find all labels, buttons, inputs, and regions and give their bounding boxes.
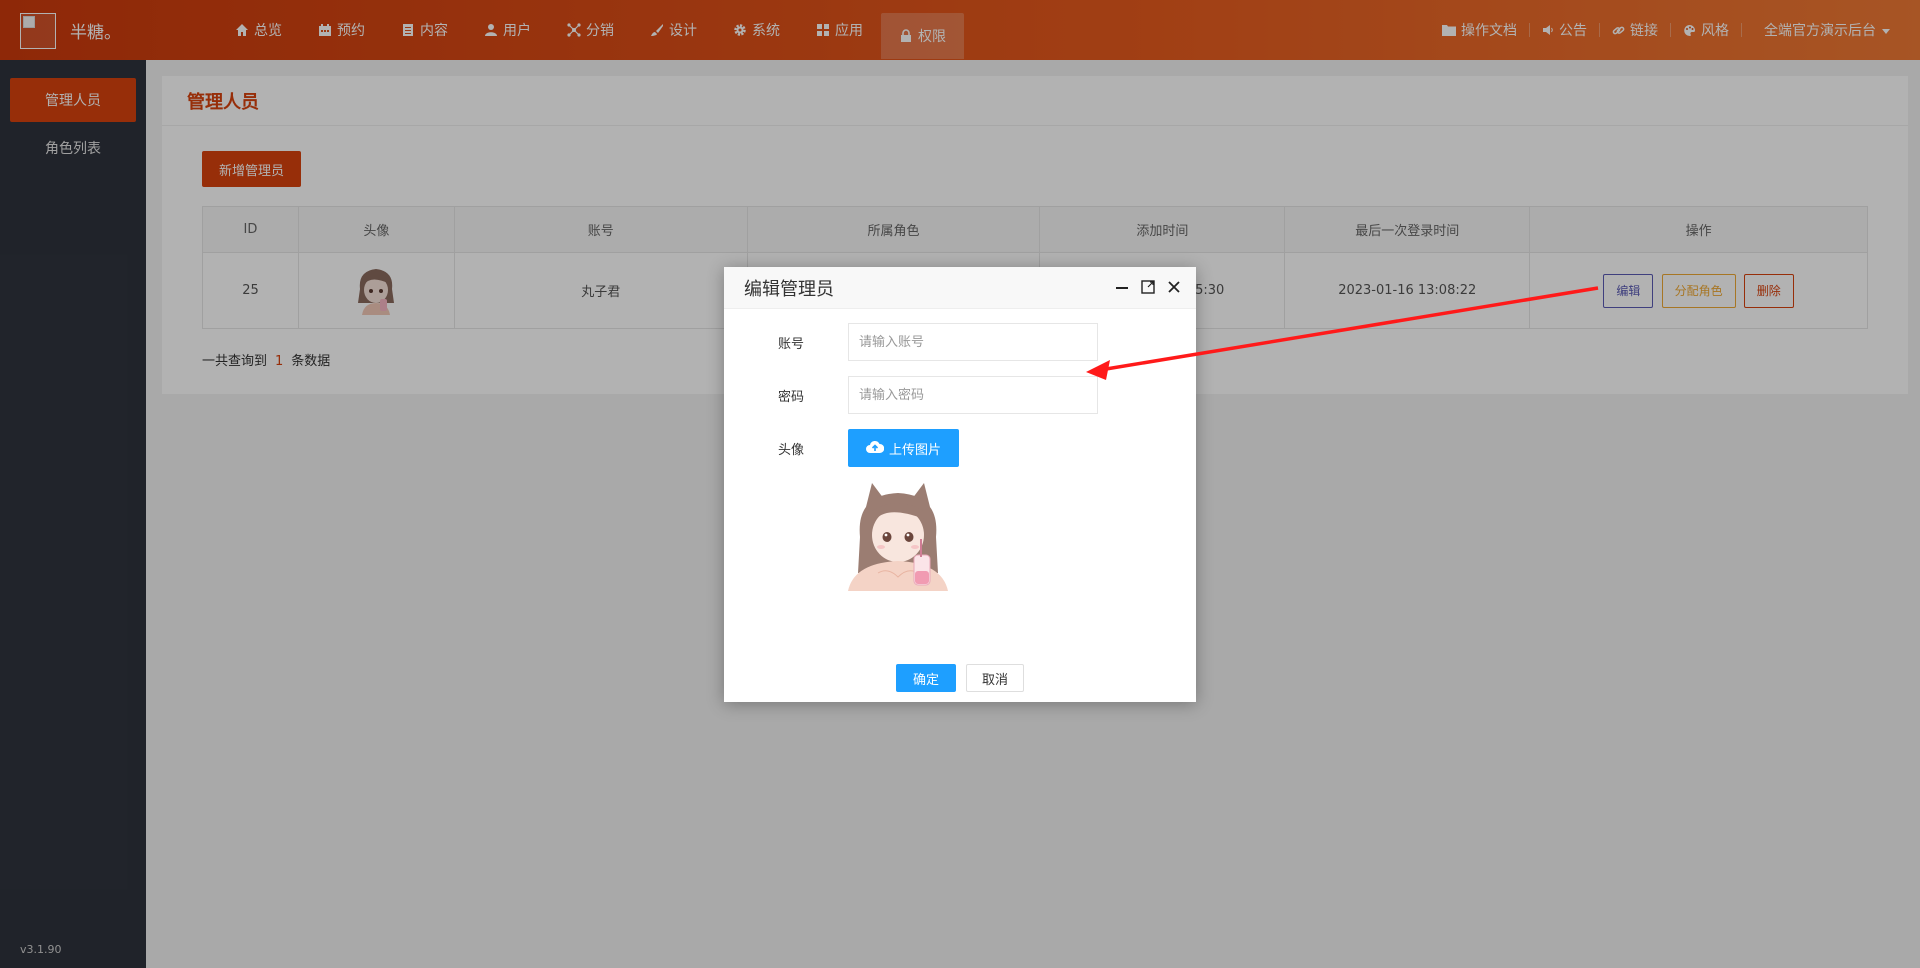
account-label: 账号 [777, 336, 804, 352]
minimize-icon[interactable] [1114, 279, 1130, 295]
maximize-icon[interactable] [1140, 279, 1156, 295]
close-icon[interactable] [1166, 279, 1182, 295]
password-input[interactable] [848, 376, 1098, 414]
account-row: 账号 [724, 323, 1196, 361]
edit-manager-dialog: 编辑管理员 账号 密码 头像 上传图片 [724, 267, 1196, 702]
cloud-upload-icon [866, 440, 885, 457]
upload-image-button[interactable]: 上传图片 [848, 429, 960, 467]
account-input[interactable] [848, 323, 1098, 361]
cancel-button[interactable]: 取消 [966, 664, 1025, 692]
avatar-label: 头像 [777, 442, 804, 458]
dialog-footer: 确定 取消 [724, 664, 1196, 692]
avatar-row: 头像 上传图片 [724, 429, 1196, 467]
dialog-tools [1114, 279, 1182, 295]
password-label: 密码 [777, 389, 804, 405]
confirm-button[interactable]: 确定 [895, 664, 956, 692]
upload-label: 上传图片 [889, 441, 942, 457]
avatar-preview-image [848, 477, 948, 591]
password-row: 密码 [724, 376, 1196, 414]
dialog-title: 编辑管理员 [744, 278, 834, 300]
